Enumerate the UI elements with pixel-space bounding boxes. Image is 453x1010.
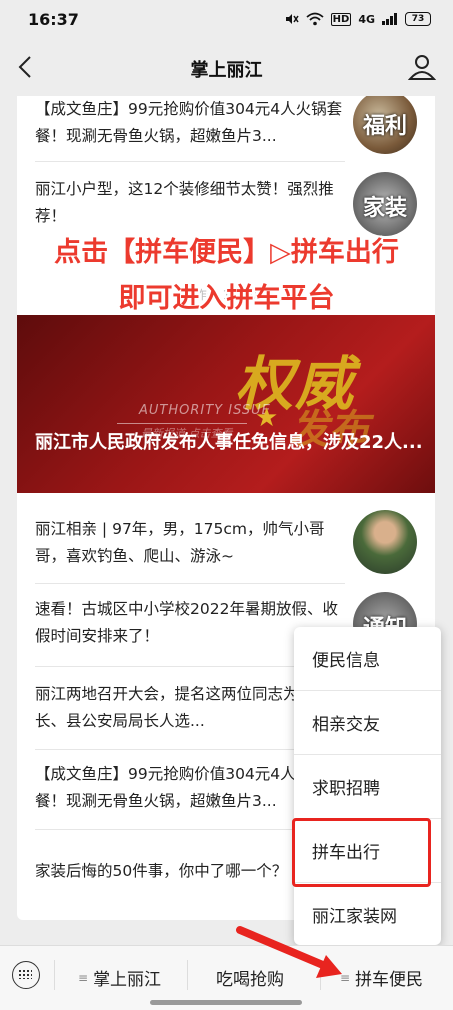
- menu-item-bianmin[interactable]: 便民信息: [294, 627, 441, 690]
- thumb-label: 家装: [362, 196, 407, 221]
- menu-item-xiangqin[interactable]: 相亲交友: [294, 691, 441, 754]
- tab-chihe[interactable]: 吃喝抢购: [216, 965, 284, 990]
- tab-label: 掌上丽江: [93, 970, 162, 990]
- article-thumbnail[interactable]: 福利: [353, 96, 417, 154]
- article-thumbnail[interactable]: 家装: [353, 172, 417, 236]
- tab-label: 吃喝抢购: [216, 970, 284, 990]
- battery-level: 73: [411, 14, 425, 24]
- page-title: 掌上丽江: [190, 60, 263, 81]
- annotation-line-1: 点击【拼车便民】▷拼车出行: [54, 237, 399, 268]
- status-bar: 16:37 HD 4G 73: [0, 0, 453, 40]
- divider: [187, 960, 188, 990]
- menu-item-jiazhuang[interactable]: 丽江家装网: [294, 883, 441, 946]
- menu-item-qiuzhi[interactable]: 求职招聘: [294, 755, 441, 818]
- divider: [320, 960, 321, 990]
- divider: [35, 583, 345, 584]
- divider: [35, 161, 345, 162]
- featured-banner[interactable]: 权威 发布 AUTHORITY ISSUE 最新报道 点击查看 ★ 丽江市人民政…: [17, 315, 435, 493]
- tab-zhangshang[interactable]: ≡ 掌上丽江: [78, 965, 161, 990]
- article-thumbnail[interactable]: [353, 510, 417, 574]
- wifi-icon: [306, 12, 324, 26]
- banner-line: [117, 423, 247, 424]
- tab-label: 拼车便民: [355, 970, 424, 990]
- banner-caption: 丽江市人民政府发布人事任免信息，涉及22人...: [35, 432, 423, 453]
- menu-lines-icon: ≡: [78, 970, 89, 985]
- banner-authority: AUTHORITY ISSUE: [139, 403, 271, 418]
- menu-lines-icon: ≡: [340, 970, 351, 985]
- divider: [54, 960, 55, 990]
- status-icons: HD 4G 73: [283, 11, 431, 27]
- hd-icon: HD: [330, 12, 352, 26]
- thumb-label: 福利: [362, 114, 407, 139]
- nav-bar: 掌上丽江: [0, 40, 453, 96]
- home-indicator: [150, 1000, 302, 1005]
- keyboard-icon[interactable]: [12, 961, 40, 989]
- signal-icon: [382, 13, 397, 25]
- highlight-box: [292, 818, 431, 887]
- battery-icon: 73: [405, 12, 431, 26]
- article-item[interactable]: 丽江小户型，这12个装修细节太赞！强烈推荐！: [35, 176, 345, 230]
- popup-menu: 便民信息 相亲交友 求职招聘 拼车出行 丽江家装网: [294, 627, 441, 945]
- article-item[interactable]: 【成文鱼庄】99元抢购价值304元4人火锅套餐！现涮无骨鱼火锅，超嫩鱼片3...: [35, 96, 345, 150]
- mute-icon: [285, 14, 299, 24]
- user-profile-icon[interactable]: [407, 52, 437, 82]
- annotation-line-2: 即可进入拼车平台: [118, 283, 335, 314]
- article-item[interactable]: 丽江相亲 | 97年，男，175cm，帅气小哥哥，喜欢钓鱼、爬山、游泳~: [35, 516, 345, 570]
- network-label: 4G: [358, 12, 375, 26]
- status-time: 16:37: [28, 10, 79, 29]
- tab-pinche-bianmin[interactable]: ≡ 拼车便民: [340, 965, 423, 990]
